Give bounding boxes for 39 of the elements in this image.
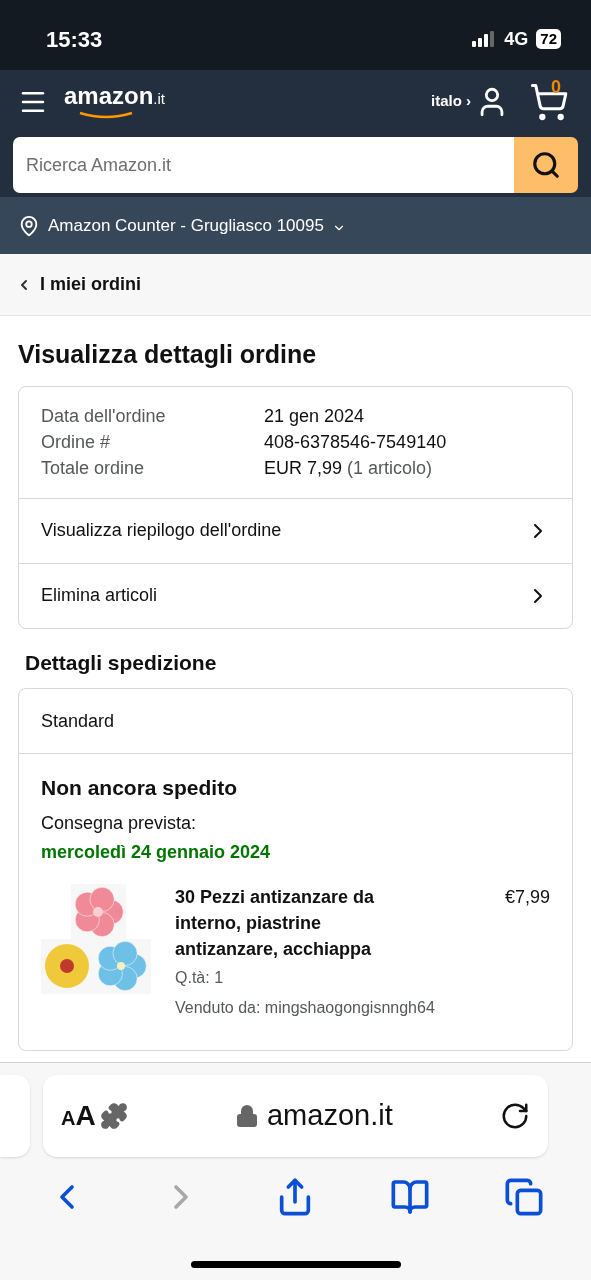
tabs-icon[interactable] bbox=[503, 1177, 544, 1217]
product-title[interactable]: 30 Pezzi antizanzare da interno, piastrine antizanzare, acchiappa bbox=[175, 883, 395, 962]
status-time: 15:33 bbox=[46, 25, 103, 54]
location-pin-icon bbox=[18, 214, 40, 237]
shipment-status: Non ancora spedito bbox=[41, 775, 239, 801]
network-label: 4G bbox=[504, 27, 529, 51]
order-link-row[interactable]: Visualizza riepilogo dell'ordine bbox=[19, 497, 572, 563]
lock-icon bbox=[234, 1104, 259, 1128]
item-price: €7,99 bbox=[504, 885, 550, 909]
order-field-value: 21 gen 2024 bbox=[264, 404, 365, 428]
extension-icon[interactable] bbox=[99, 1102, 128, 1130]
delivery-date: mercoledì 24 gennaio 2024 bbox=[41, 840, 272, 864]
page-title: Visualizza dettagli ordine bbox=[18, 339, 318, 370]
location-bar[interactable]: Amazon Counter - Grugliasco 10095 bbox=[0, 197, 591, 254]
order-field-value: 408-6378546-7549140 bbox=[264, 430, 447, 454]
section-heading: Dettagli spedizione bbox=[24, 649, 218, 676]
breadcrumb-link[interactable]: I miei ordini bbox=[40, 271, 141, 298]
delivery-label: Consegna prevista: bbox=[41, 811, 198, 835]
account-link[interactable]: italo › bbox=[431, 90, 471, 113]
order-link-row[interactable]: Elimina articoli bbox=[19, 562, 572, 628]
search-field[interactable]: Ricerca Amazon.it bbox=[13, 137, 514, 193]
order-field-label: Totale ordine bbox=[41, 456, 146, 480]
address-bar[interactable]: AA amazon.it bbox=[43, 1075, 548, 1157]
order-field-value: EUR 7,99 (1 articolo) bbox=[264, 456, 433, 480]
amazon-logo[interactable]: amazon.it bbox=[64, 84, 166, 119]
reload-icon[interactable] bbox=[500, 1101, 530, 1131]
quantity-text: Q.tà: 1 bbox=[175, 967, 225, 988]
seller-text: Venduto da: mingshaogongisnngh64 bbox=[175, 997, 436, 1018]
search-button[interactable] bbox=[514, 137, 578, 193]
signal-icon bbox=[472, 31, 497, 47]
order-field-label: Ordine # bbox=[41, 430, 112, 454]
search-icon bbox=[531, 150, 561, 180]
url-text: amazon.it bbox=[266, 1098, 393, 1134]
shipping-method: Standard bbox=[41, 709, 115, 733]
bookmarks-icon[interactable] bbox=[389, 1177, 430, 1217]
text-size-button[interactable]: AA bbox=[61, 1095, 96, 1137]
battery-icon: 72 bbox=[536, 29, 561, 49]
order-field-label: Data dell'ordine bbox=[41, 404, 167, 428]
location-text: Amazon Counter - Grugliasco 10095 bbox=[48, 214, 324, 237]
